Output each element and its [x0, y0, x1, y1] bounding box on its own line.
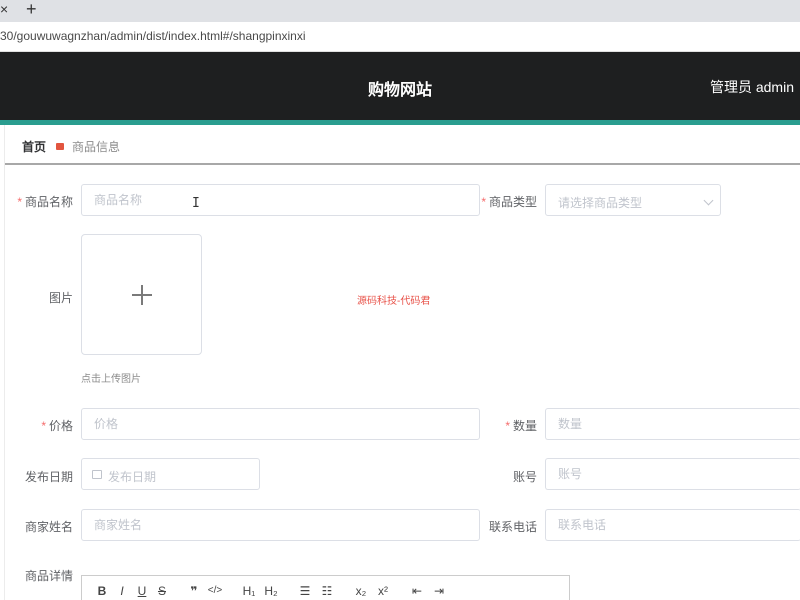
calendar-icon: [92, 470, 102, 479]
publish-date-picker[interactable]: 发布日期: [81, 458, 260, 490]
browser-tab-bar: × +: [0, 0, 800, 22]
breadcrumb-current: 商品信息: [72, 140, 121, 154]
product-type-placeholder: 请选择商品类型: [558, 196, 643, 210]
indent-button[interactable]: ⇥: [428, 584, 450, 598]
publish-date-placeholder: 发布日期: [108, 470, 157, 484]
rich-text-toolbar: B I U S ❞ </> H₁ H₂ ☰ ☷ x₂ x² ⇤ ⇥: [81, 575, 570, 600]
main-content: 首页 商品信息 *商品名称 I *商品类型 请选择商品类型 图片 点击上传图片 …: [4, 125, 800, 600]
outdent-button[interactable]: ⇤: [406, 584, 428, 598]
text-cursor-icon: I: [192, 196, 200, 211]
product-name-input[interactable]: [81, 184, 480, 216]
superscript-button[interactable]: x²: [372, 584, 394, 598]
phone-input[interactable]: [545, 509, 800, 541]
address-bar[interactable]: 30/gouwuwagnzhan/admin/dist/index.html#/…: [0, 22, 800, 52]
required-mark: *: [41, 419, 46, 433]
quantity-label: * 数量: [505, 419, 537, 433]
heading-1-button[interactable]: H₁: [238, 584, 260, 598]
italic-button[interactable]: I: [112, 584, 132, 598]
breadcrumb-divider: [5, 163, 800, 165]
code-block-button[interactable]: </>: [204, 585, 226, 596]
details-label: 商品详情: [24, 569, 73, 583]
phone-label: 联系电话: [488, 520, 537, 534]
image-upload-area[interactable]: [81, 234, 202, 355]
site-title: 购物网站: [367, 82, 432, 99]
publish-date-label: 发布日期: [24, 470, 73, 484]
subscript-button[interactable]: x₂: [350, 584, 372, 598]
chevron-down-icon: [703, 195, 714, 206]
account-input[interactable]: [545, 458, 800, 490]
price-label: * 价格: [41, 419, 73, 433]
breadcrumb-home[interactable]: 首页: [22, 138, 46, 155]
quantity-input[interactable]: [545, 408, 800, 440]
price-input[interactable]: [81, 408, 480, 440]
new-tab-icon[interactable]: +: [26, 0, 37, 20]
bold-button[interactable]: B: [92, 584, 112, 598]
watermark-text: 源码科技-代码君: [357, 296, 431, 307]
product-type-label: * 商品类型: [481, 195, 537, 209]
close-tab-icon[interactable]: ×: [0, 1, 8, 17]
underline-button[interactable]: U: [132, 584, 152, 598]
breadcrumb-separator-icon: [56, 143, 65, 150]
required-mark: *: [481, 195, 486, 209]
blockquote-button[interactable]: ❞: [184, 584, 204, 598]
bullet-list-button[interactable]: ☷: [316, 584, 338, 598]
upload-tip: 点击上传图片: [81, 374, 141, 385]
required-mark: *: [17, 195, 22, 209]
url-text[interactable]: 30/gouwuwagnzhan/admin/dist/index.html#/…: [0, 29, 306, 43]
image-label: 图片: [48, 291, 73, 305]
merchant-name-input[interactable]: [81, 509, 480, 541]
breadcrumb: 首页 商品信息: [22, 138, 120, 155]
ordered-list-button[interactable]: ☰: [294, 584, 316, 598]
heading-2-button[interactable]: H₂: [260, 584, 282, 598]
required-mark: *: [505, 419, 510, 433]
strike-button[interactable]: S: [152, 584, 172, 598]
merchant-name-label: 商家姓名: [24, 520, 73, 534]
app-header: 购物网站 管理员 admin: [0, 52, 800, 120]
product-name-label: * 商品名称: [17, 195, 73, 209]
account-label: 账号: [512, 470, 537, 484]
product-type-select[interactable]: 请选择商品类型: [545, 184, 721, 216]
user-menu[interactable]: 管理员 admin: [710, 77, 794, 97]
